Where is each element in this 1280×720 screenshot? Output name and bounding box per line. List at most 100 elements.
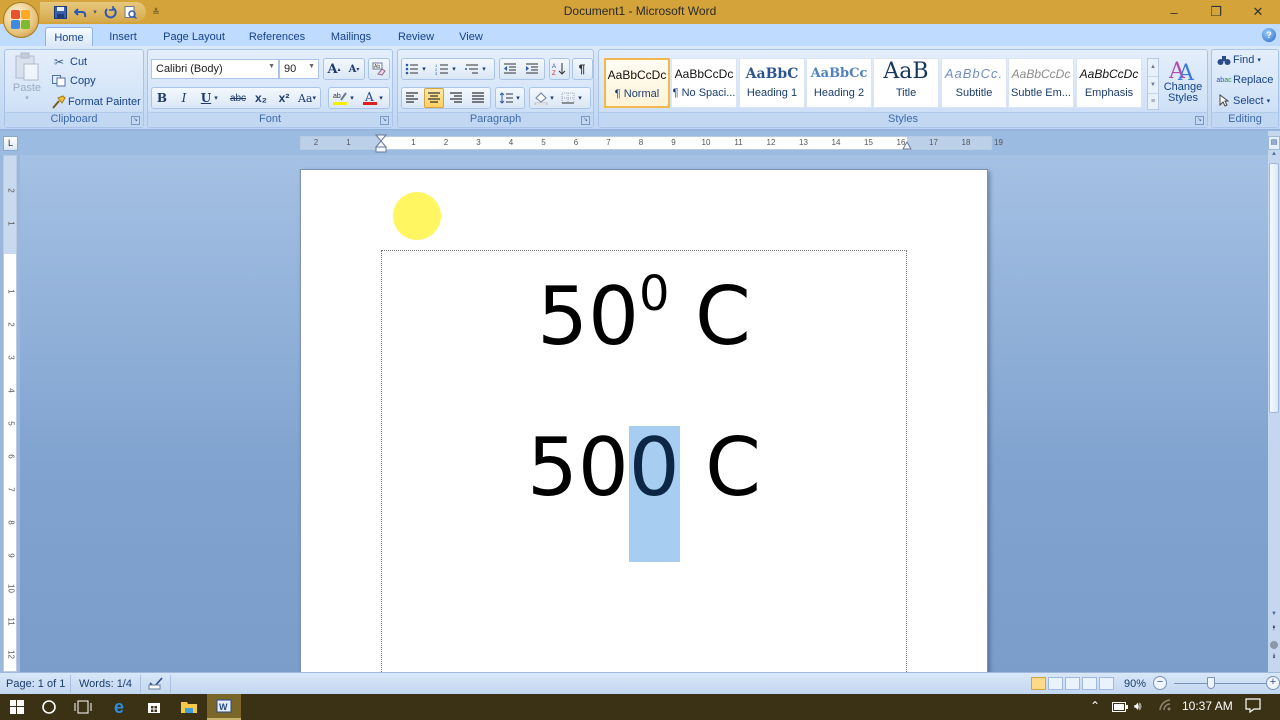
tab-review[interactable]: Review bbox=[395, 27, 437, 46]
borders-dropdown-icon[interactable]: ▾ bbox=[576, 88, 584, 108]
draft-view-button[interactable] bbox=[1099, 677, 1114, 690]
print-layout-view-button[interactable] bbox=[1031, 677, 1046, 690]
multilevel-list-button[interactable] bbox=[462, 59, 482, 79]
highlight-dropdown-icon[interactable]: ▾ bbox=[348, 88, 356, 108]
zoom-out-button[interactable]: − bbox=[1153, 676, 1167, 690]
style-heading-2[interactable]: AaBbCc Heading 2 bbox=[806, 58, 872, 108]
page-count[interactable]: Page: 1 of 1 bbox=[6, 678, 65, 690]
vertical-ruler[interactable]: 2112345678910111213 bbox=[3, 155, 17, 692]
styles-scroll-down-icon[interactable]: ▼ bbox=[1148, 76, 1158, 93]
restore-button[interactable]: ❐ bbox=[1194, 0, 1238, 24]
word-count[interactable]: Words: 1/4 bbox=[79, 678, 132, 690]
styles-more-icon[interactable]: ≡ bbox=[1148, 93, 1158, 109]
shading-dropdown-icon[interactable]: ▾ bbox=[548, 88, 556, 108]
select-browse-object-icon[interactable] bbox=[1270, 641, 1278, 649]
style-subtitle[interactable]: AaBbCc. Subtitle bbox=[941, 58, 1007, 108]
font-name-dropdown[interactable]: Calibri (Body) ▼ bbox=[151, 59, 279, 79]
paragraph-selected-temperature[interactable]: 500 C bbox=[301, 426, 987, 562]
edge-icon[interactable]: e bbox=[102, 694, 136, 720]
first-line-indent-marker[interactable] bbox=[375, 134, 387, 154]
scroll-down-icon[interactable]: ▼ bbox=[1268, 611, 1280, 621]
start-icon[interactable] bbox=[0, 694, 34, 720]
outline-view-button[interactable] bbox=[1082, 677, 1097, 690]
font-dialog-launcher[interactable]: ↘ bbox=[380, 116, 389, 125]
numbering-button[interactable]: 123 bbox=[432, 59, 452, 79]
style-title[interactable]: AaB Title bbox=[873, 58, 939, 108]
subscript-button[interactable]: x₂ bbox=[251, 88, 271, 108]
action-center-icon[interactable] bbox=[1245, 697, 1261, 716]
close-button[interactable]: ✕ bbox=[1236, 0, 1280, 24]
ruler-toggle-icon[interactable]: ▤ bbox=[1268, 136, 1280, 150]
web-layout-view-button[interactable] bbox=[1065, 677, 1080, 690]
superscript-button[interactable]: x² bbox=[274, 88, 294, 108]
previous-page-icon[interactable]: ⯭ bbox=[1268, 625, 1280, 637]
tab-home[interactable]: Home bbox=[45, 27, 93, 46]
paragraph-superscript-temperature[interactable]: 500 C bbox=[301, 270, 987, 357]
tab-page-layout[interactable]: Page Layout bbox=[160, 27, 228, 46]
align-right-button[interactable] bbox=[446, 88, 466, 108]
office-button[interactable] bbox=[3, 2, 39, 38]
tab-references[interactable]: References bbox=[246, 27, 308, 46]
document-page[interactable]: 500 C 500 C bbox=[300, 169, 988, 672]
selected-text[interactable]: 0 bbox=[628, 426, 680, 562]
font-color-dropdown-icon[interactable]: ▾ bbox=[377, 88, 385, 108]
style-emphasis[interactable]: AaBbCcDc Emphasis bbox=[1076, 58, 1142, 108]
bold-button[interactable]: B bbox=[152, 88, 172, 108]
find-button[interactable]: Find ▾ bbox=[1216, 54, 1261, 66]
clipboard-dialog-launcher[interactable]: ↘ bbox=[131, 116, 140, 125]
multilevel-dropdown-icon[interactable]: ▾ bbox=[480, 59, 488, 79]
task-view-icon[interactable] bbox=[66, 694, 100, 720]
style-subtle-emphasis[interactable]: AaBbCcDc Subtle Em... bbox=[1008, 58, 1074, 108]
show-formatting-button[interactable]: ¶ bbox=[572, 59, 592, 79]
horizontal-ruler[interactable]: 2 1 1 2 3 4 5 6 7 8 9 10 11 12 13 14 15 16 17 18 19 bbox=[300, 134, 1003, 153]
store-icon[interactable] bbox=[137, 694, 171, 720]
show-hidden-icons[interactable]: ⌃ bbox=[1090, 699, 1100, 713]
next-page-icon[interactable]: ⯯ bbox=[1268, 653, 1280, 665]
align-center-button[interactable] bbox=[424, 88, 444, 108]
scrollbar-thumb[interactable] bbox=[1269, 163, 1279, 413]
copy-button[interactable]: Copy bbox=[51, 75, 96, 87]
increase-indent-button[interactable] bbox=[522, 59, 542, 79]
clear-formatting-button[interactable]: Ab bbox=[369, 59, 389, 79]
styles-dialog-launcher[interactable]: ↘ bbox=[1195, 116, 1204, 125]
zoom-level[interactable]: 90% bbox=[1124, 678, 1146, 690]
cut-button[interactable]: ✂ Cut bbox=[51, 55, 87, 69]
borders-button[interactable] bbox=[558, 88, 578, 108]
tab-insert[interactable]: Insert bbox=[103, 27, 143, 46]
format-painter-button[interactable]: Format Painter bbox=[51, 95, 141, 109]
shrink-font-button[interactable]: A ▾ bbox=[344, 59, 364, 79]
zoom-slider-thumb[interactable] bbox=[1206, 677, 1215, 689]
style-no-spacing[interactable]: AaBbCcDc ¶ No Spaci... bbox=[671, 58, 737, 108]
italic-button[interactable]: I bbox=[174, 88, 194, 108]
numbering-dropdown-icon[interactable]: ▾ bbox=[450, 59, 458, 79]
font-size-dropdown[interactable]: 90 ▼ bbox=[279, 59, 319, 79]
file-explorer-icon[interactable] bbox=[172, 694, 206, 720]
bullets-button[interactable] bbox=[402, 59, 422, 79]
select-button[interactable]: Select ▾ bbox=[1216, 94, 1270, 107]
change-case-button[interactable]: Aa ▾ bbox=[297, 88, 317, 108]
paste-button[interactable]: Paste ▾ bbox=[9, 52, 45, 110]
tab-view[interactable]: View bbox=[453, 27, 489, 46]
style-heading-1[interactable]: AaBbC Heading 1 bbox=[739, 58, 805, 108]
word-icon[interactable]: W bbox=[207, 694, 241, 720]
battery-icon[interactable] bbox=[1112, 701, 1128, 715]
underline-dropdown-icon[interactable]: ▾ bbox=[212, 88, 220, 108]
grow-font-button[interactable]: A ▴ bbox=[324, 59, 344, 79]
line-spacing-dropdown-icon[interactable]: ▾ bbox=[514, 88, 522, 108]
volume-icon[interactable]: 🔊︎ bbox=[1134, 699, 1142, 714]
cortana-icon[interactable] bbox=[32, 694, 66, 720]
minimize-button[interactable]: – bbox=[1152, 0, 1196, 24]
replace-button[interactable]: ab ac Replace bbox=[1216, 74, 1273, 86]
vertical-scrollbar[interactable]: ▤ ▲ ▼ ⯭ ⯯ bbox=[1268, 131, 1280, 672]
highlight-button[interactable]: ab bbox=[330, 88, 350, 108]
bullets-dropdown-icon[interactable]: ▾ bbox=[420, 59, 428, 79]
decrease-indent-button[interactable] bbox=[500, 59, 520, 79]
strikethrough-button[interactable]: abc bbox=[228, 88, 248, 108]
change-styles-button[interactable]: AA Change Styles bbox=[1161, 54, 1205, 104]
full-screen-reading-view-button[interactable] bbox=[1048, 677, 1063, 690]
clock[interactable]: 10:37 AM bbox=[1182, 699, 1233, 713]
sort-button[interactable]: AZ bbox=[549, 59, 569, 79]
justify-button[interactable] bbox=[468, 88, 488, 108]
proofing-icon[interactable] bbox=[148, 675, 164, 694]
style-normal[interactable]: AaBbCcDc ¶ Normal bbox=[604, 58, 670, 108]
